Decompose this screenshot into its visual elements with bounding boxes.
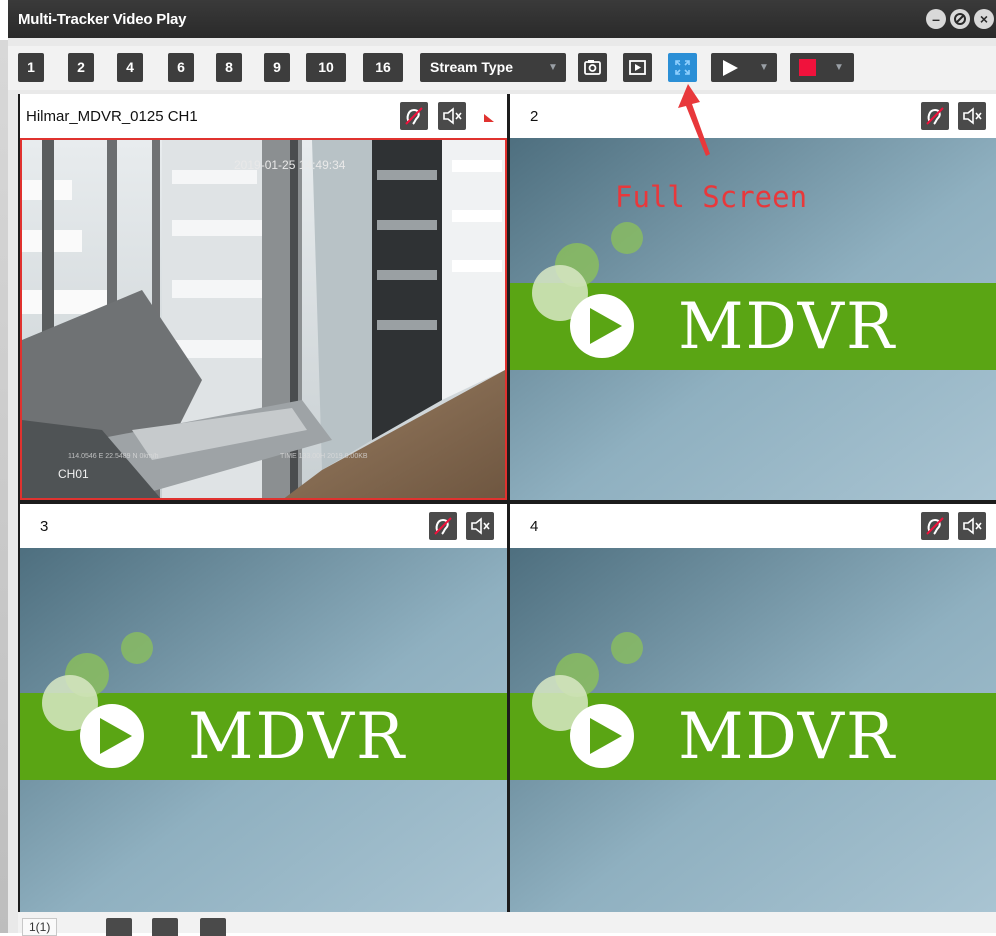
stream-type-dropdown[interactable]: Stream Type ▼: [420, 53, 566, 82]
speaker-muted-icon: [471, 517, 490, 535]
restore-icon[interactable]: [950, 9, 970, 29]
talk-muted-icon: [405, 107, 423, 125]
talk-muted-icon: [926, 517, 944, 535]
video-placeholder[interactable]: MDVR: [510, 548, 996, 912]
video-cell-1[interactable]: Hilmar_MDVR_0125 CH1 2019-01-25 14:49:34…: [20, 94, 507, 500]
video-cell-2[interactable]: 2 MDVR: [510, 94, 996, 500]
cell-title: Hilmar_MDVR_0125 CH1: [26, 108, 198, 125]
status-osd-left: 114.0546 E 22.5489 N 0km/h: [68, 453, 159, 460]
cell-header: 4: [510, 504, 996, 548]
cell-title: 2: [530, 108, 539, 125]
toolbar: 1 2 4 6 8 9 10 16 Stream Type ▼ ▼ ▼: [8, 46, 996, 90]
talk-button[interactable]: [921, 512, 949, 540]
talk-button[interactable]: [400, 102, 428, 130]
minimize-icon[interactable]: –: [926, 9, 946, 29]
pager: 1(1): [18, 912, 996, 936]
layout-1-button[interactable]: 1: [18, 53, 44, 82]
prev-page-button[interactable]: [106, 918, 132, 936]
mute-button[interactable]: [466, 512, 494, 540]
record-video-button[interactable]: [623, 53, 652, 82]
video-timestamp: 2019-01-25 14:49:34: [234, 158, 346, 172]
speaker-muted-icon: [443, 107, 462, 125]
background-map-edge: [0, 40, 8, 933]
chevron-down-icon: ▼: [548, 62, 558, 73]
page-indicator: 1(1): [22, 918, 58, 936]
speaker-muted-icon: [963, 517, 982, 535]
layout-6-button[interactable]: 6: [168, 53, 194, 82]
annotation-arrow-icon: [678, 84, 710, 156]
talk-button[interactable]: [429, 512, 457, 540]
video-clip-icon: [629, 60, 646, 75]
expand-icon: [675, 60, 690, 75]
cell-header: 2: [510, 94, 996, 138]
annotation-label: Full Screen: [615, 180, 808, 214]
mdvr-logo-text: MDVR: [678, 290, 897, 364]
mdvr-logo-text: MDVR: [678, 700, 897, 774]
mute-button[interactable]: [958, 102, 986, 130]
play-icon: [723, 60, 738, 76]
play-dropdown-button[interactable]: ▼: [711, 53, 777, 82]
video-cell-4[interactable]: 4 MDVR: [510, 504, 996, 912]
cell-title: 3: [40, 518, 49, 535]
chevron-down-icon: ▼: [759, 62, 769, 73]
video-grid: Hilmar_MDVR_0125 CH1 2019-01-25 14:49:34…: [18, 94, 996, 912]
layout-10-button[interactable]: 10: [306, 53, 346, 82]
video-placeholder[interactable]: MDVR: [20, 548, 507, 912]
signal-indicator-icon: [484, 114, 494, 122]
snapshot-button[interactable]: [578, 53, 607, 82]
talk-muted-icon: [434, 517, 452, 535]
status-osd-right: TIME 133.00H 2019.0.00KB: [280, 453, 368, 460]
title-bar[interactable]: Multi-Tracker Video Play – ×: [8, 0, 996, 38]
stop-dropdown-button[interactable]: ▼: [790, 53, 854, 82]
cell-header: 3: [20, 504, 507, 548]
close-icon[interactable]: ×: [974, 9, 994, 29]
live-video-feed[interactable]: 2019-01-25 14:49:34 CH01 114.0546 E 22.5…: [20, 138, 507, 500]
video-cell-3[interactable]: 3 MDVR: [20, 504, 507, 912]
mdvr-logo-text: MDVR: [188, 700, 407, 774]
layout-4-button[interactable]: 4: [117, 53, 143, 82]
full-screen-button[interactable]: [668, 53, 697, 82]
last-page-button[interactable]: [200, 918, 226, 936]
live-camera-image: [22, 140, 505, 498]
window-title: Multi-Tracker Video Play: [18, 11, 187, 28]
stream-type-label: Stream Type: [430, 59, 513, 75]
layout-9-button[interactable]: 9: [264, 53, 290, 82]
channel-osd: CH01: [58, 467, 89, 481]
talk-button[interactable]: [921, 102, 949, 130]
video-play-window: Multi-Tracker Video Play – × 1 2 4 6 8 9…: [8, 0, 996, 936]
cell-header: Hilmar_MDVR_0125 CH1: [20, 94, 507, 138]
layout-2-button[interactable]: 2: [68, 53, 94, 82]
next-page-button[interactable]: [152, 918, 178, 936]
chevron-down-icon: ▼: [834, 62, 844, 73]
talk-muted-icon: [926, 107, 944, 125]
mute-button[interactable]: [958, 512, 986, 540]
camera-icon: [584, 60, 601, 75]
layout-16-button[interactable]: 16: [363, 53, 403, 82]
stop-icon: [799, 59, 816, 76]
layout-8-button[interactable]: 8: [216, 53, 242, 82]
mute-button[interactable]: [438, 102, 466, 130]
cell-title: 4: [530, 518, 539, 535]
speaker-muted-icon: [963, 107, 982, 125]
